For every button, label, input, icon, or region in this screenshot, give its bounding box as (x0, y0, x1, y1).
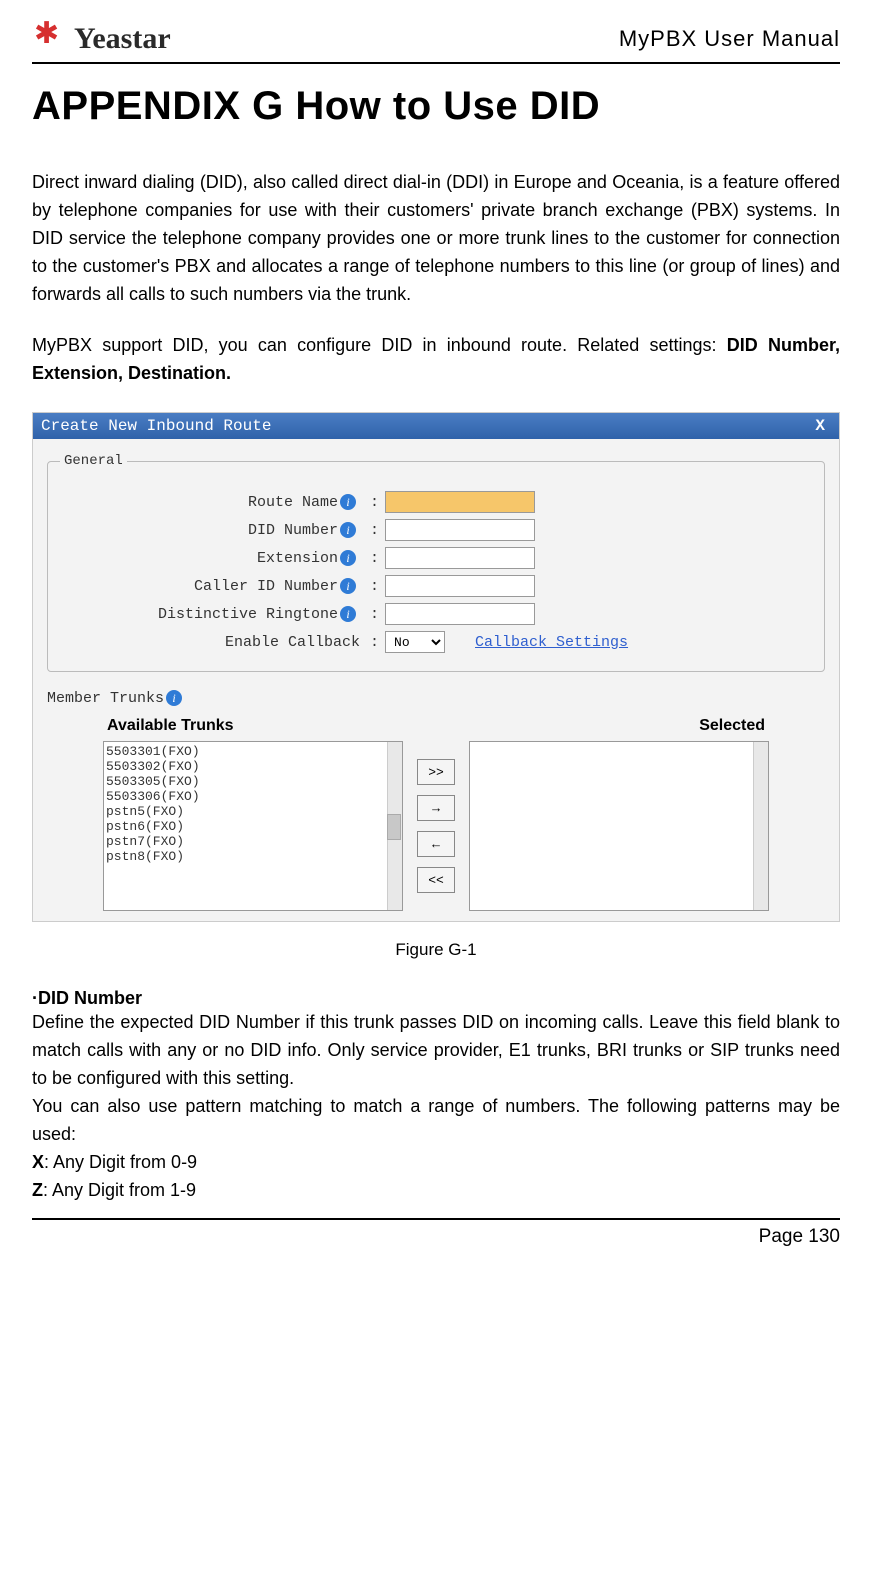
inbound-route-dialog: Create New Inbound Route X General Route… (32, 412, 840, 922)
info-icon[interactable]: i (340, 606, 356, 622)
pattern-x-key: X (32, 1152, 44, 1172)
did-number-heading: ·DID Number (32, 988, 840, 1009)
available-trunks-header: Available Trunks (107, 717, 234, 735)
pattern-z: Z: Any Digit from 1-9 (32, 1177, 840, 1205)
ringtone-input[interactable] (385, 603, 535, 625)
pattern-x: X: Any Digit from 0-9 (32, 1149, 840, 1177)
did-number-label: DID Number (248, 522, 338, 539)
scrollbar-thumb[interactable] (387, 814, 401, 840)
info-icon[interactable]: i (340, 522, 356, 538)
general-legend: General (60, 453, 127, 469)
did-number-input[interactable] (385, 519, 535, 541)
footer-divider (32, 1218, 840, 1220)
selected-trunks-list[interactable] (469, 741, 769, 911)
general-fieldset: General Route Namei : DID Numberi : Exte… (47, 453, 825, 672)
pattern-z-desc: : Any Digit from 1-9 (43, 1180, 196, 1200)
extension-input[interactable] (385, 547, 535, 569)
ringtone-label: Distinctive Ringtone (158, 606, 338, 623)
selected-trunks-header: Selected (699, 717, 765, 735)
list-item[interactable]: 5503302(FXO) (106, 759, 400, 774)
route-name-label: Route Name (248, 494, 338, 511)
figure-caption: Figure G-1 (32, 940, 840, 960)
pattern-x-desc: : Any Digit from 0-9 (44, 1152, 197, 1172)
intro-paragraph: Direct inward dialing (DID), also called… (32, 169, 840, 308)
support-paragraph: MyPBX support DID, you can configure DID… (32, 332, 840, 388)
move-right-button[interactable]: → (417, 795, 455, 821)
route-name-input[interactable] (385, 491, 535, 513)
caller-id-label: Caller ID Number (194, 578, 338, 595)
list-item[interactable]: 5503305(FXO) (106, 774, 400, 789)
dialog-title: Create New Inbound Route (41, 417, 271, 435)
list-item[interactable]: 5503306(FXO) (106, 789, 400, 804)
did-description-1: Define the expected DID Number if this t… (32, 1009, 840, 1093)
info-icon[interactable]: i (340, 578, 356, 594)
move-all-right-button[interactable]: >> (417, 759, 455, 785)
list-item[interactable]: pstn6(FXO) (106, 819, 400, 834)
dialog-titlebar: Create New Inbound Route X (33, 413, 839, 439)
header-divider (32, 62, 840, 64)
info-icon[interactable]: i (166, 690, 182, 706)
enable-callback-label: Enable Callback (225, 634, 360, 651)
list-item[interactable]: pstn5(FXO) (106, 804, 400, 819)
pattern-z-key: Z (32, 1180, 43, 1200)
enable-callback-select[interactable]: No (385, 631, 445, 653)
page-title: APPENDIX G How to Use DID (32, 84, 840, 129)
info-icon[interactable]: i (340, 494, 356, 510)
support-text: MyPBX support DID, you can configure DID… (32, 335, 727, 355)
member-trunks-label: Member Trunks (47, 690, 164, 707)
scrollbar[interactable] (387, 742, 402, 910)
brand-logo: Yeastar (32, 20, 171, 58)
close-icon[interactable]: X (809, 417, 831, 435)
list-item[interactable]: 5503301(FXO) (106, 744, 400, 759)
callback-settings-link[interactable]: Callback Settings (475, 634, 628, 651)
move-left-button[interactable]: ← (417, 831, 455, 857)
available-trunks-list[interactable]: 5503301(FXO) 5503302(FXO) 5503305(FXO) 5… (103, 741, 403, 911)
did-description-2: You can also use pattern matching to mat… (32, 1093, 840, 1149)
move-all-left-button[interactable]: << (417, 867, 455, 893)
page-number: Page 130 (32, 1226, 840, 1248)
doc-title: MyPBX User Manual (619, 26, 840, 52)
caller-id-input[interactable] (385, 575, 535, 597)
logo-icon (32, 20, 70, 58)
list-item[interactable]: pstn8(FXO) (106, 849, 400, 864)
extension-label: Extension (257, 550, 338, 567)
brand-name: Yeastar (74, 22, 171, 56)
list-item[interactable]: pstn7(FXO) (106, 834, 400, 849)
scrollbar[interactable] (753, 742, 768, 910)
info-icon[interactable]: i (340, 550, 356, 566)
